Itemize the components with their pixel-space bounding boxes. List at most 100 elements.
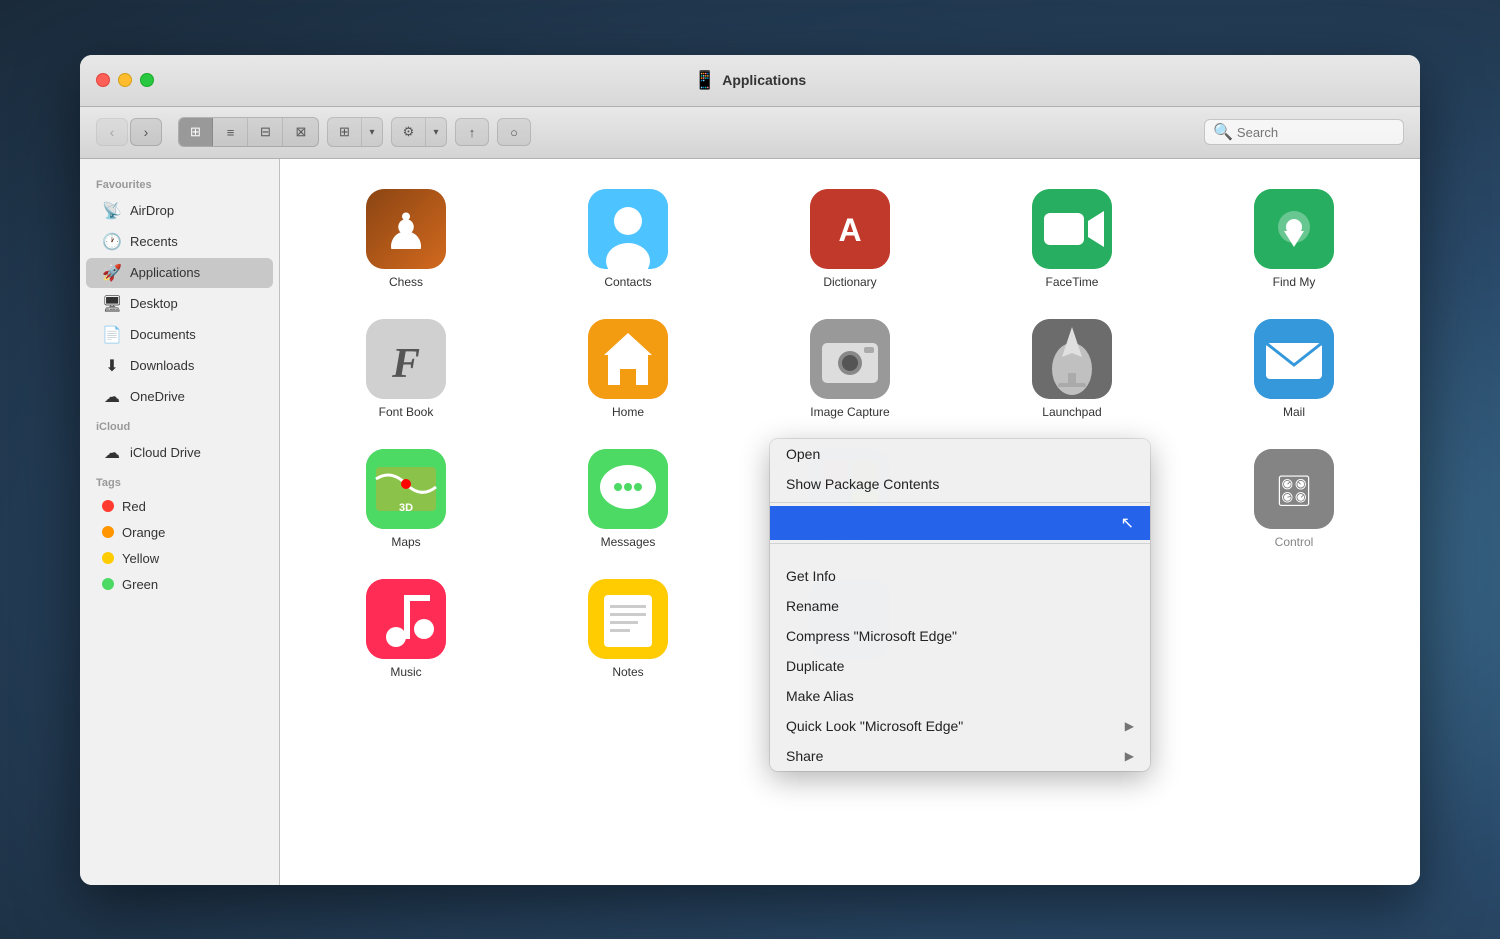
context-menu-get-info[interactable] (770, 547, 1150, 561)
sidebar-item-downloads[interactable]: ⬇ Downloads (86, 351, 273, 381)
toolbar: ‹ › ⊞ ≡ ⊟ ⊠ ⊞ ▾ ⚙ ▾ ↑ ○ 🔍 (80, 107, 1420, 159)
view-arrange-button[interactable]: ⊞ (328, 118, 362, 146)
app-dictionary[interactable]: A Dictionary (744, 179, 956, 299)
sidebar-item-documents-label: Documents (130, 327, 196, 342)
main-content: Favourites 📡 AirDrop 🕐 Recents 🚀 Applica… (80, 159, 1420, 885)
sidebar-item-recents[interactable]: 🕐 Recents (86, 227, 273, 257)
view-icon-button[interactable]: ⊞ (179, 118, 213, 146)
app-mail[interactable]: Mail (1188, 309, 1400, 429)
launchpad-icon (1032, 319, 1112, 399)
context-menu-share[interactable]: Quick Look "Microsoft Edge" ▶ (770, 711, 1150, 741)
launchpad-label: Launchpad (1042, 405, 1101, 419)
app-music[interactable]: Music (300, 569, 512, 689)
action-button[interactable]: ⚙ (392, 118, 426, 146)
tag-yellow-dot (102, 552, 114, 564)
context-menu-duplicate[interactable]: Compress "Microsoft Edge" (770, 621, 1150, 651)
back-button[interactable]: ‹ (96, 118, 128, 146)
tag-green-dot (102, 578, 114, 590)
sidebar-item-airdrop[interactable]: 📡 AirDrop (86, 196, 273, 226)
forward-button[interactable]: › (130, 118, 162, 146)
svg-text:A: A (838, 212, 861, 248)
search-bar[interactable]: 🔍 (1204, 119, 1404, 145)
close-button[interactable] (96, 73, 110, 87)
sidebar-item-tag-orange[interactable]: Orange (86, 520, 273, 545)
view-mode-buttons: ⊞ ≡ ⊟ ⊠ (178, 117, 319, 147)
context-menu-open-label: Open (786, 446, 820, 462)
app-imagecapture[interactable]: Image Capture (744, 309, 956, 429)
context-menu-open[interactable]: Open (770, 439, 1150, 469)
icloud-drive-icon: ☁ (102, 443, 122, 463)
context-menu-make-alias[interactable]: Duplicate (770, 651, 1150, 681)
svg-text:F: F (391, 341, 420, 387)
findmy-icon (1254, 189, 1334, 269)
app-chess[interactable]: ♟ Chess (300, 179, 512, 299)
airdrop-icon: 📡 (102, 201, 122, 221)
notes-label: Notes (612, 665, 643, 679)
sidebar-item-airdrop-label: AirDrop (130, 203, 174, 218)
context-menu-quick-actions-label: Share (786, 748, 823, 764)
maximize-button[interactable] (140, 73, 154, 87)
app-fontbook[interactable]: F Font Book (300, 309, 512, 429)
app-messages[interactable]: Messages (522, 439, 734, 559)
app-facetime[interactable]: FaceTime (966, 179, 1178, 299)
tags-button[interactable]: ○ (497, 118, 531, 146)
app-findmy[interactable]: Find My (1188, 179, 1400, 299)
dictionary-icon: A (810, 189, 890, 269)
share-button[interactable]: ↑ (455, 118, 489, 146)
action-dropdown[interactable]: ▾ (426, 118, 446, 146)
back-icon: ‹ (110, 124, 115, 140)
context-menu-duplicate-label: Compress "Microsoft Edge" (786, 628, 957, 644)
desktop-icon: 🖥 (102, 294, 122, 314)
app-notes[interactable]: Notes (522, 569, 734, 689)
sidebar-item-documents[interactable]: 📄 Documents (86, 320, 273, 350)
sidebar-item-tag-green[interactable]: Green (86, 572, 273, 597)
sidebar-item-icloud-drive-label: iCloud Drive (130, 445, 201, 460)
fontbook-label: Font Book (379, 405, 434, 419)
mail-icon (1254, 319, 1334, 399)
window-title: Applications (722, 72, 806, 88)
mail-label: Mail (1283, 405, 1305, 419)
view-column-button[interactable]: ⊟ (249, 118, 283, 146)
context-menu-compress[interactable]: Rename (770, 591, 1150, 621)
sidebar-item-onedrive[interactable]: ☁ OneDrive (86, 382, 273, 412)
app-contacts[interactable]: Contacts (522, 179, 734, 299)
window-title-area: 📱 Applications (694, 70, 806, 91)
app-control[interactable]: 🎛 Control (1188, 439, 1400, 559)
findmy-label: Find My (1273, 275, 1316, 289)
sidebar-item-tag-yellow[interactable]: Yellow (86, 546, 273, 571)
sidebar-item-downloads-label: Downloads (130, 358, 194, 373)
share-arrow-icon: ▶ (1125, 719, 1134, 733)
sidebar-item-tag-yellow-label: Yellow (122, 551, 159, 566)
view-arrange-dropdown[interactable]: ▾ (362, 118, 382, 146)
home-label: Home (612, 405, 644, 419)
applications-icon: 🚀 (102, 263, 122, 283)
traffic-lights (96, 73, 154, 87)
tags-icon: ○ (510, 125, 518, 140)
minimize-button[interactable] (118, 73, 132, 87)
context-menu-show-package[interactable]: Show Package Contents (770, 469, 1150, 499)
file-grid: ♟ Chess Contacts (280, 159, 1420, 885)
search-input[interactable] (1237, 125, 1395, 140)
nav-buttons: ‹ › (96, 118, 162, 146)
context-menu-quick-look[interactable]: Make Alias (770, 681, 1150, 711)
context-menu: Open Show Package Contents ↖ (770, 439, 1150, 771)
sidebar-item-applications[interactable]: 🚀 Applications (86, 258, 273, 288)
view-list-button[interactable]: ≡ (214, 118, 248, 146)
app-maps[interactable]: 3D Maps (300, 439, 512, 559)
context-menu-quick-actions[interactable]: Share ▶ (770, 741, 1150, 771)
forward-icon: › (144, 124, 149, 140)
onedrive-icon: ☁ (102, 387, 122, 407)
sidebar-item-tag-red[interactable]: Red (86, 494, 273, 519)
sidebar-item-icloud-drive[interactable]: ☁ iCloud Drive (86, 438, 273, 468)
app-launchpad[interactable]: Launchpad (966, 309, 1178, 429)
music-label: Music (390, 665, 421, 679)
view-gallery-button[interactable]: ⊠ (284, 118, 318, 146)
context-menu-move-to-bin[interactable]: ↖ (770, 506, 1150, 540)
dictionary-label: Dictionary (823, 275, 876, 289)
share-icon: ↑ (469, 125, 476, 140)
app-home[interactable]: Home (522, 309, 734, 429)
sidebar-item-desktop[interactable]: 🖥 Desktop (86, 289, 273, 319)
context-menu-rename[interactable]: Get Info (770, 561, 1150, 591)
sidebar-item-desktop-label: Desktop (130, 296, 178, 311)
context-menu-share-label: Quick Look "Microsoft Edge" (786, 718, 963, 734)
